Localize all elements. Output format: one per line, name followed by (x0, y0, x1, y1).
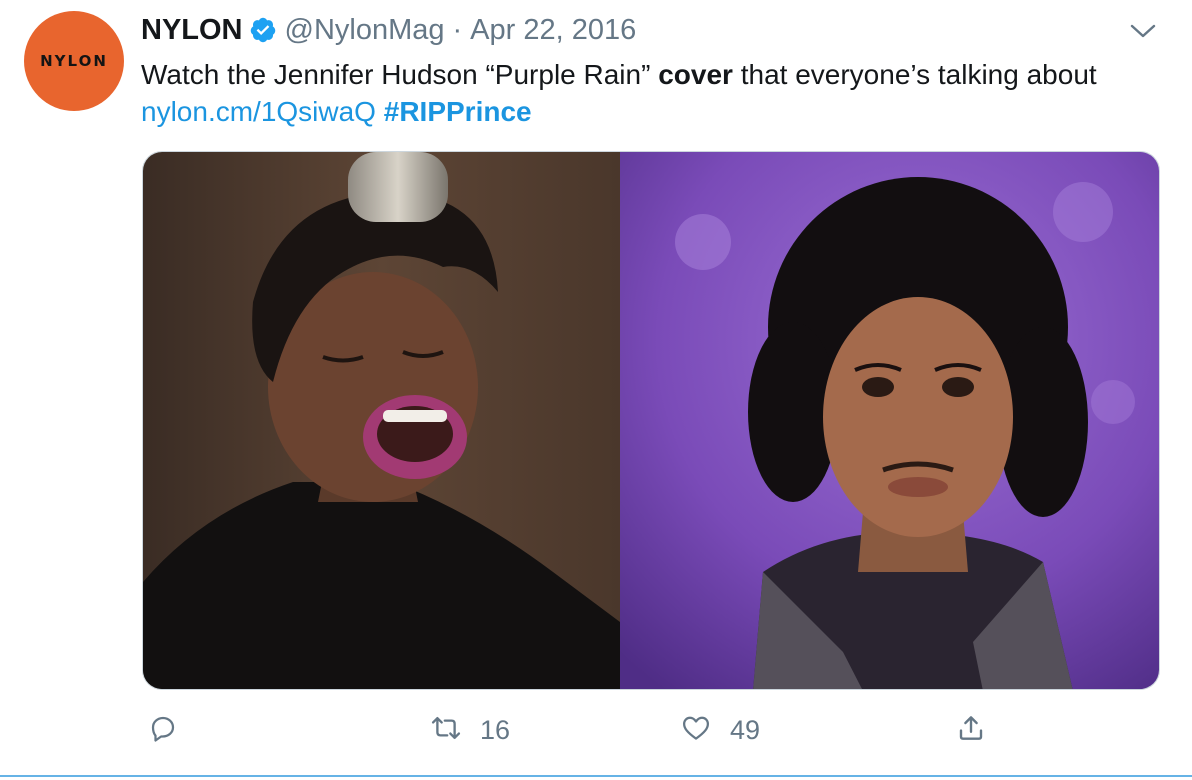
like-count: 49 (730, 714, 761, 745)
tweet-text-part2: that everyone’s talking about (732, 59, 1097, 90)
tweet-text-part1: Watch the Jennifer Hudson “Purple Rain” (141, 59, 659, 90)
avatar-logo-text: NYLON (40, 52, 108, 70)
tweet-card[interactable]: NYLON NYLON @NylonMag · Apr 22, 2016 Wat… (0, 0, 1192, 780)
tweet-media[interactable] (142, 151, 1160, 690)
tweet-hashtag[interactable]: #RIPPrince (384, 96, 532, 127)
tweet-text: Watch the Jennifer Hudson “Purple Rain” … (141, 56, 1151, 130)
avatar[interactable]: NYLON (24, 11, 124, 111)
reply-icon (148, 713, 178, 748)
reply-button[interactable] (148, 708, 196, 752)
separator-dot: · (452, 13, 463, 46)
verified-badge-icon (249, 16, 277, 44)
tweet-header: NYLON @NylonMag · Apr 22, 2016 (141, 10, 636, 50)
like-button[interactable]: 49 (680, 708, 760, 752)
tweet-text-bold: cover (658, 59, 733, 90)
retweet-count: 16 (480, 714, 511, 745)
chevron-down-icon[interactable] (1128, 20, 1158, 42)
like-icon (680, 713, 712, 748)
account-name[interactable]: NYLON (141, 14, 243, 47)
share-button[interactable] (956, 708, 986, 752)
right-photo (620, 152, 1159, 689)
tweet-date[interactable]: Apr 22, 2016 (470, 14, 636, 47)
tweet-link[interactable]: nylon.cm/1QsiwaQ (141, 96, 376, 127)
account-handle[interactable]: @NylonMag (285, 14, 445, 47)
bottom-divider (0, 775, 1192, 777)
retweet-button[interactable]: 16 (430, 708, 510, 752)
tweet-actions: 16 49 (140, 708, 1000, 752)
share-icon (956, 713, 986, 748)
left-photo (143, 152, 620, 689)
retweet-icon (430, 713, 462, 748)
